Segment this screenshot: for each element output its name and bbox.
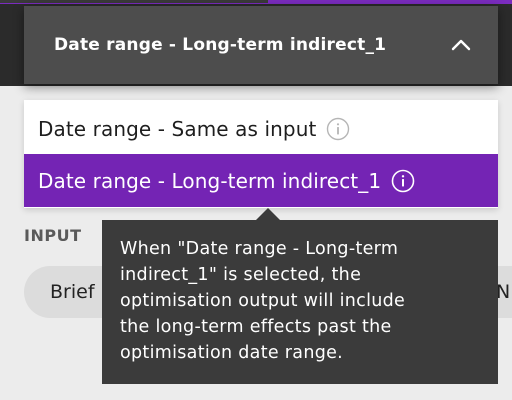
tooltip-line: indirect_1" is selected, the [120,265,362,285]
accent-notch [0,0,268,3]
menu-option-label: Date range - Same as input [38,116,317,141]
info-icon[interactable] [326,117,350,141]
info-icon[interactable] [391,169,415,193]
dropdown-selected-label: Date range - Long-term indirect_1 [54,35,387,55]
info-tooltip: When "Date range - Long-term indirect_1"… [102,220,498,384]
date-range-dropdown[interactable]: Date range - Long-term indirect_1 [24,6,498,84]
right-pill-label: N [496,281,511,303]
menu-option-same-as-input[interactable]: Date range - Same as input [24,102,498,155]
brief-pill-label: Brief [50,281,95,303]
tooltip-arrow [256,208,280,220]
menu-option-label: Date range - Long-term indirect_1 [38,168,382,193]
chevron-up-icon[interactable] [450,34,472,56]
tooltip-line: When "Date range - Long-term [120,239,399,259]
tooltip-line: the long-term effects past the [120,317,392,337]
tooltip-line: optimisation date range. [120,343,344,363]
section-label-input: INPUT [24,226,82,245]
tooltip-line: optimisation output will include [120,291,406,311]
menu-option-long-term-indirect[interactable]: Date range - Long-term indirect_1 [24,154,498,207]
dropdown-menu: Date range - Same as input Date range - … [24,100,498,208]
